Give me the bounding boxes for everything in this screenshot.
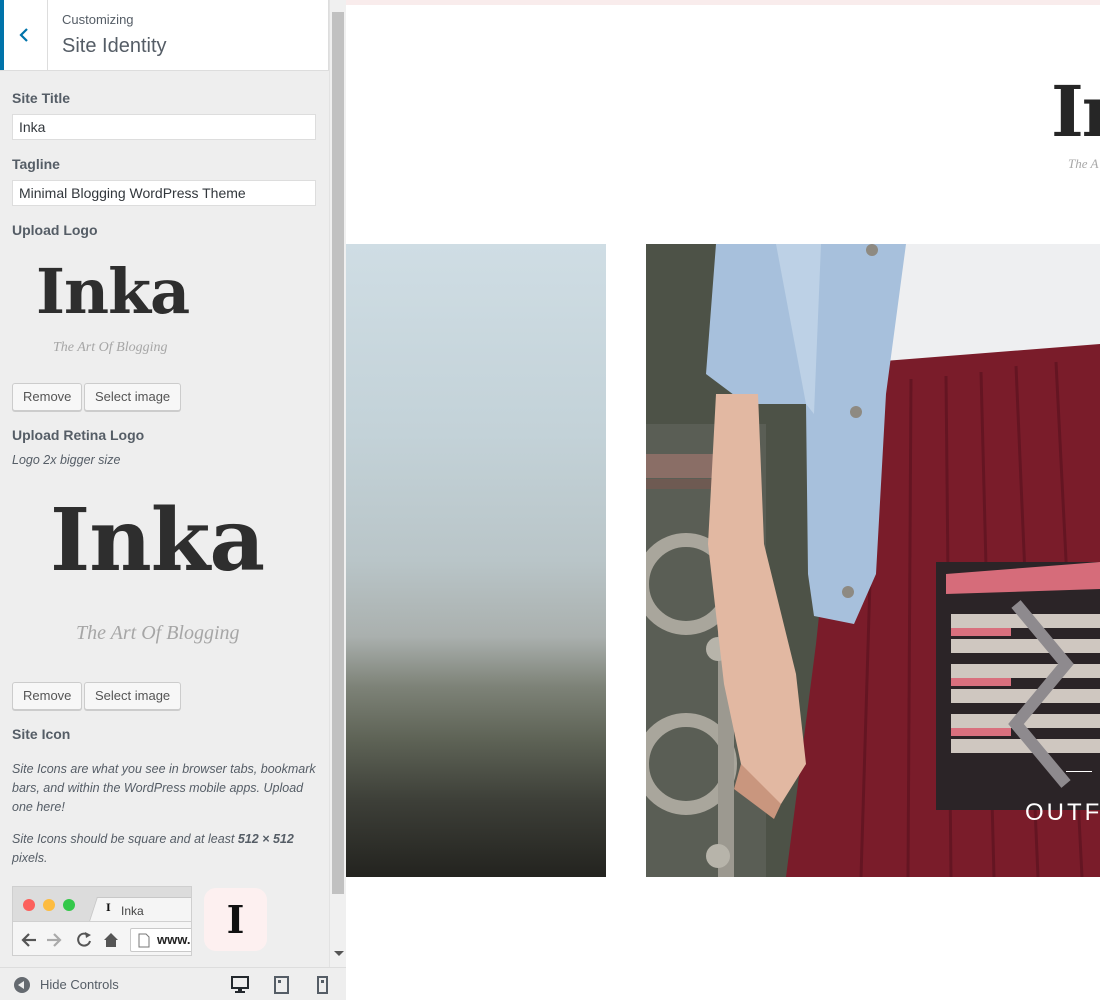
panel-kicker: Customizing xyxy=(62,12,134,27)
scroll-down-arrow-icon[interactable] xyxy=(334,951,344,956)
scrollbar-thumb[interactable] xyxy=(332,12,344,894)
browser-toolbar: www. xyxy=(13,921,191,955)
tablet-icon xyxy=(274,976,289,994)
preview-mobile-button[interactable] xyxy=(313,975,335,995)
tab-favicon: I xyxy=(106,903,111,914)
home-icon xyxy=(104,933,118,947)
retina-logo-wordmark: Inka xyxy=(50,490,265,591)
address-bar: www. xyxy=(130,928,191,952)
chevron-left-icon xyxy=(19,28,28,42)
post-title-divider xyxy=(1066,771,1092,772)
customizer-panel: Customizing Site Identity Site Title Tag… xyxy=(0,0,329,967)
panel-scrollbar[interactable] xyxy=(329,0,346,967)
back-button[interactable] xyxy=(0,0,48,70)
panel-header: Customizing Site Identity xyxy=(0,0,329,71)
outfit-photo xyxy=(646,244,1100,877)
select-logo-image-button[interactable]: Select image xyxy=(84,383,182,411)
retina-logo-tagline: The Art Of Blogging xyxy=(76,622,240,644)
tab-label: Inka xyxy=(121,904,144,918)
desktop-icon xyxy=(231,976,249,993)
featured-post-image-right[interactable]: OUTF xyxy=(646,244,1100,877)
featured-post-image-left[interactable] xyxy=(346,244,606,877)
post-category-label[interactable]: OUTF xyxy=(1025,799,1100,827)
retina-logo-description: Logo 2x bigger size xyxy=(12,453,121,467)
minimize-dot-icon xyxy=(43,899,55,911)
tagline-label: Tagline xyxy=(12,156,60,172)
back-arrow-icon xyxy=(21,933,36,947)
upload-retina-logo-label: Upload Retina Logo xyxy=(12,427,145,443)
size-note-prefix: Site Icons should be square and at least xyxy=(12,832,238,846)
site-icon-preview[interactable]: I xyxy=(204,888,267,951)
forward-arrow-icon xyxy=(47,933,62,947)
site-icon-label: Site Icon xyxy=(12,726,71,742)
close-dot-icon xyxy=(23,899,35,911)
logo-tagline: The Art Of Blogging xyxy=(53,340,168,355)
maximize-dot-icon xyxy=(63,899,75,911)
mobile-icon xyxy=(317,976,328,994)
collapse-arrow-icon xyxy=(14,977,30,993)
size-note-dimensions: 512 × 512 xyxy=(237,832,294,846)
browser-preview-mock: I Inka www. xyxy=(12,886,192,956)
site-title-label: Site Title xyxy=(12,90,71,106)
preview-site-tagline: The A xyxy=(1068,156,1099,171)
site-icon-description: Site Icons are what you see in browser t… xyxy=(12,762,316,814)
preview-top-bar xyxy=(346,0,1100,5)
reload-icon xyxy=(77,932,91,947)
upload-logo-label: Upload Logo xyxy=(12,222,98,238)
preview-desktop-button[interactable] xyxy=(229,975,251,995)
select-retina-logo-image-button[interactable]: Select image xyxy=(84,682,182,710)
preview-site-logo[interactable]: In xyxy=(1051,70,1100,153)
site-title-input[interactable] xyxy=(12,114,316,140)
site-icon-letter: I xyxy=(226,897,245,942)
remove-retina-logo-button[interactable]: Remove xyxy=(12,682,83,710)
size-note-suffix: pixels. xyxy=(12,851,48,865)
panel-title: Site Identity xyxy=(62,35,167,57)
tagline-input[interactable] xyxy=(12,180,316,206)
customizer-footer: Hide Controls xyxy=(0,967,346,1000)
page-icon xyxy=(138,933,150,948)
site-preview: In The A xyxy=(346,0,1100,1000)
remove-logo-button[interactable]: Remove xyxy=(12,383,83,411)
site-icon-size-note: Site Icons should be square and at least… xyxy=(12,830,318,868)
browser-nav-icons xyxy=(21,932,118,947)
preview-tablet-button[interactable] xyxy=(271,975,293,995)
customizer-app: Customizing Site Identity Site Title Tag… xyxy=(0,0,1100,1000)
address-text: www. xyxy=(157,932,191,947)
logo-wordmark: Inka xyxy=(36,255,190,328)
hide-controls-label: Hide Controls xyxy=(40,977,119,992)
